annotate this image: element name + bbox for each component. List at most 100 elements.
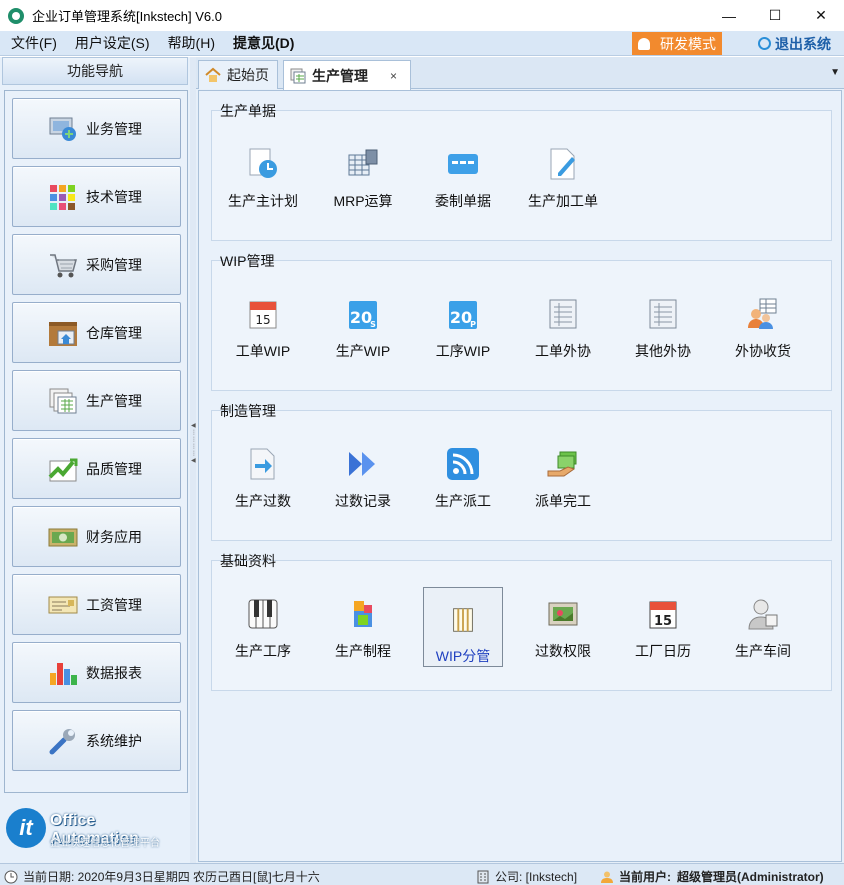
calendar-15-icon: 15 xyxy=(649,601,677,629)
menu-user-settings[interactable]: 用户设定(S) xyxy=(75,33,150,53)
nav-quality-button[interactable]: 品质管理 xyxy=(12,438,181,499)
item-count-permission[interactable]: 过数权限 xyxy=(523,581,603,661)
building-icon xyxy=(477,870,489,883)
item-label: 生产过数 xyxy=(235,493,291,509)
item-label: 派单完工 xyxy=(535,493,591,509)
calendar-20p-icon: 20P xyxy=(449,301,477,329)
close-button[interactable]: ✕ xyxy=(798,0,844,31)
menu-feedback[interactable]: 提意见(D) xyxy=(233,33,294,53)
status-user-name: 超级管理员(Administrator) xyxy=(677,870,824,884)
fast-forward-icon xyxy=(349,452,375,476)
item-factory-calendar[interactable]: 15 工厂日历 xyxy=(623,581,703,661)
nav-label: 工资管理 xyxy=(86,596,142,613)
item-label: 外协收货 xyxy=(735,343,791,359)
plan-clock-icon xyxy=(249,148,277,178)
tab-dropdown-icon[interactable]: ▼ xyxy=(830,67,840,78)
dev-mode-button[interactable]: 研发模式 xyxy=(632,32,722,55)
users-receive-icon xyxy=(748,298,777,329)
window-title: 企业订单管理系统[Inkstech] V6.0 xyxy=(32,9,222,24)
item-workshop[interactable]: 生产车间 xyxy=(723,581,803,661)
item-label: 生产工序 xyxy=(235,643,291,659)
group-title: 基础资料 xyxy=(220,553,276,569)
item-mrp[interactable]: MRP运算 xyxy=(323,131,403,211)
item-label: 工单WIP xyxy=(235,343,291,359)
item-master-plan[interactable]: 生产主计划 xyxy=(223,131,303,211)
splitter-grip-icon[interactable]: ◀ ⋮ ⋮ ⋮ ⋮ ◀ xyxy=(191,422,197,492)
minimize-button[interactable]: — xyxy=(706,0,752,31)
item-dispatch-complete[interactable]: 派单完工 xyxy=(523,431,603,511)
maximize-button[interactable]: ☐ xyxy=(752,0,798,31)
exit-label: 退出系统 xyxy=(775,35,831,52)
cart-icon xyxy=(50,253,77,277)
tab-production[interactable]: 生产管理 × xyxy=(283,60,411,90)
dev-mode-label: 研发模式 xyxy=(660,35,716,52)
group-title: WIP管理 xyxy=(220,253,275,269)
nav-salary-button[interactable]: 工资管理 xyxy=(12,574,181,635)
doc-arrow-icon xyxy=(250,448,275,480)
item-process-flow[interactable]: 生产制程 xyxy=(323,581,403,661)
process-icon xyxy=(354,601,372,627)
item-outsource-doc[interactable]: 委制单据 xyxy=(423,131,503,211)
warehouse-icon xyxy=(49,321,77,346)
status-user-label: 当前用户: xyxy=(619,870,671,884)
tab-bar: 起始页 生产管理 × ▼ xyxy=(196,57,844,90)
app-logo-icon xyxy=(8,7,24,24)
nav-purchase-button[interactable]: 采购管理 xyxy=(12,234,181,295)
business-icon xyxy=(49,117,76,141)
nav-business-button[interactable]: 业务管理 xyxy=(12,98,181,159)
nav-production-button[interactable]: 生产管理 xyxy=(12,370,181,431)
calendar-day: 20 xyxy=(450,308,472,327)
nav-system-button[interactable]: 系统维护 xyxy=(12,710,181,771)
item-dispatch[interactable]: 生产派工 xyxy=(423,431,503,511)
nav-finance-button[interactable]: 财务应用 xyxy=(12,506,181,567)
main-area: 起始页 生产管理 × ▼ 生产单据 生产主计划 MRP运算 委制单据 生产加工单… xyxy=(196,57,844,863)
piano-icon xyxy=(248,599,278,629)
logo-mark: it xyxy=(6,808,46,848)
calendar-15-icon: 15 xyxy=(249,301,277,329)
item-process-order[interactable]: 生产加工单 xyxy=(523,131,603,211)
item-process-wip[interactable]: 20 P 工序WIP xyxy=(423,281,503,361)
nav-header: 功能导航 xyxy=(2,57,188,85)
item-process-step[interactable]: 生产工序 xyxy=(223,581,303,661)
item-label: 生产车间 xyxy=(735,643,791,659)
item-label: 工序WIP xyxy=(435,343,491,359)
nav-label: 技术管理 xyxy=(86,188,142,205)
item-workorder-wip[interactable]: 15 工单WIP xyxy=(223,281,303,361)
group-manufacturing: 制造管理 生产过数 过数记录 生产派工 派单完工 xyxy=(211,403,832,541)
item-outsource-receive[interactable]: 外协收货 xyxy=(723,281,803,361)
hand-money-icon xyxy=(547,451,577,477)
user-icon xyxy=(638,37,650,50)
status-date-text: 当前日期: 2020年9月3日星期四 农历己酉日[鼠]七月十六 xyxy=(23,870,320,884)
status-user: 当前用户: 超级管理员(Administrator) xyxy=(600,868,824,885)
list-doc-icon xyxy=(549,299,577,329)
item-other-outsource[interactable]: 其他外协 xyxy=(623,281,703,361)
exit-button[interactable]: 退出系统 xyxy=(758,32,831,55)
nav-label: 数据报表 xyxy=(86,664,142,681)
calendar-20s-icon: 20S xyxy=(349,301,377,329)
nav-tech-button[interactable]: 技术管理 xyxy=(12,166,181,227)
list-doc-icon xyxy=(649,299,677,329)
nav-label: 仓库管理 xyxy=(86,324,142,341)
item-wip-assign[interactable]: WIP分管 xyxy=(423,587,503,667)
item-count-record[interactable]: 过数记录 xyxy=(323,431,403,511)
production-icon xyxy=(49,388,77,413)
tab-close-icon[interactable]: × xyxy=(390,69,397,83)
nav-warehouse-button[interactable]: 仓库管理 xyxy=(12,302,181,363)
menu-help[interactable]: 帮助(H) xyxy=(168,33,215,53)
card-icon xyxy=(448,154,478,174)
quality-chart-icon xyxy=(48,458,78,481)
nav-report-button[interactable]: 数据报表 xyxy=(12,642,181,703)
item-workorder-outsource[interactable]: 工单外协 xyxy=(523,281,603,361)
item-production-wip[interactable]: 20 S 生产WIP xyxy=(323,281,403,361)
item-label: 其他外协 xyxy=(635,343,691,359)
tab-home[interactable]: 起始页 xyxy=(198,60,278,89)
nav-label: 品质管理 xyxy=(86,460,142,477)
menu-file[interactable]: 文件(F) xyxy=(11,33,57,53)
item-label: 生产加工单 xyxy=(528,193,598,209)
nav-list: 业务管理 技术管理 采购管理 仓库管理 生产管理 品质管理 财务应用 工资管理 xyxy=(4,90,188,793)
logo-subtitle: 企业快速信息化管理平台 xyxy=(50,838,160,849)
status-bar: 当前日期: 2020年9月3日星期四 农历己酉日[鼠]七月十六 公司: [Ink… xyxy=(0,863,844,885)
item-production-count[interactable]: 生产过数 xyxy=(223,431,303,511)
item-label: 工厂日历 xyxy=(635,643,691,659)
item-label: WIP分管 xyxy=(435,648,491,664)
